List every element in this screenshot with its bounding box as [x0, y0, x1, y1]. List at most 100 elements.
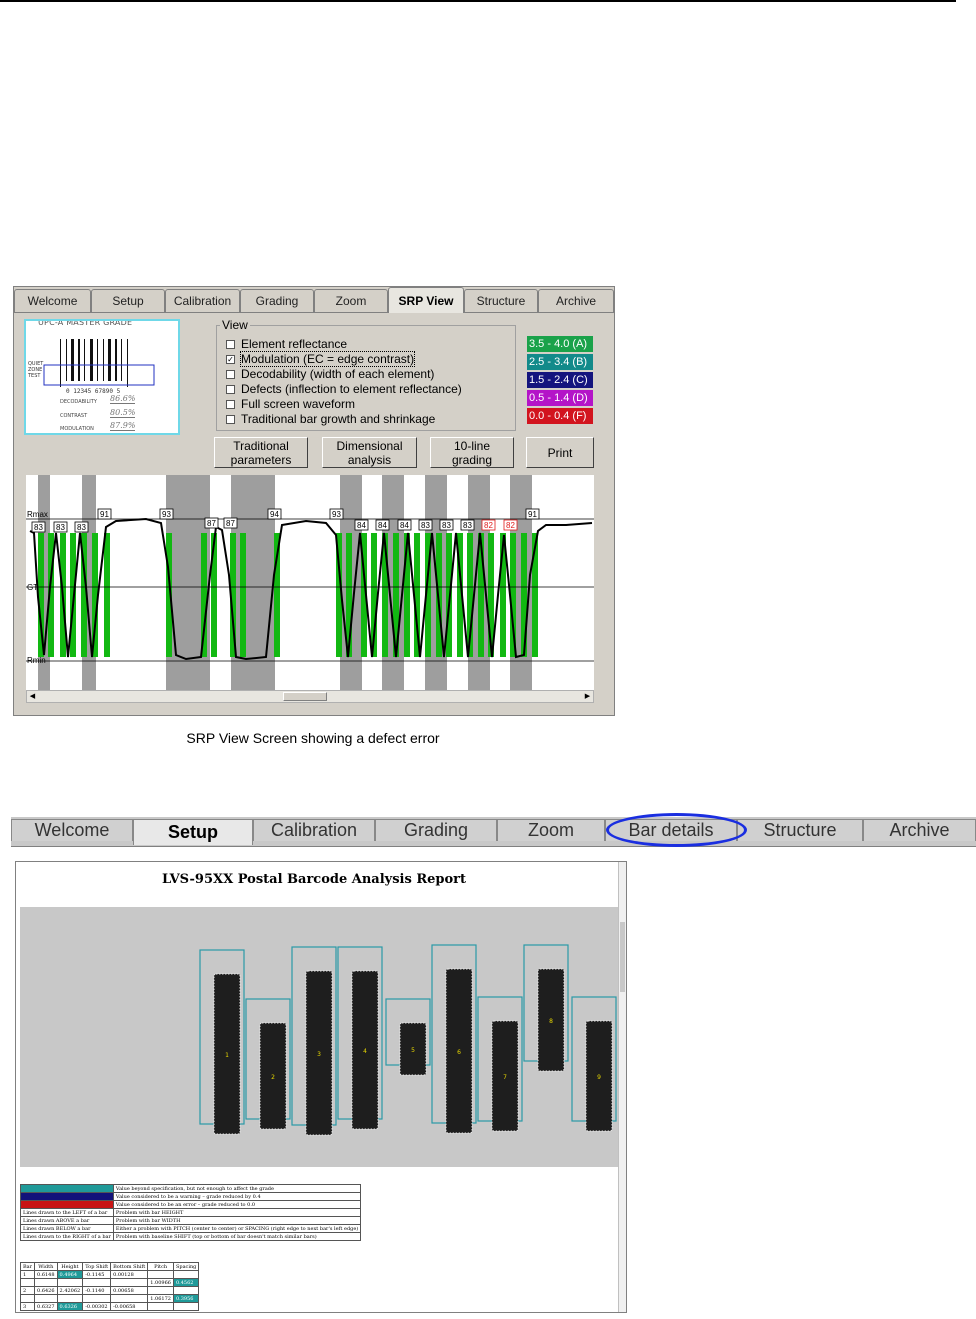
tab-srp-view[interactable]: SRP View [388, 287, 464, 313]
table-cell [172, 1286, 200, 1295]
report-legend: Value beyond specification, but not enou… [20, 1184, 362, 1241]
tab-zoom[interactable]: Zoom [497, 819, 605, 841]
reflectance-waveform [29, 517, 593, 661]
modulation-value: 83 [34, 523, 43, 532]
ten-line-grading-button[interactable]: 10-line grading [430, 437, 514, 468]
table-cell: -0.00658 [110, 1302, 149, 1311]
modulation-value: 93 [162, 510, 171, 519]
tab-zoom[interactable]: Zoom [314, 289, 388, 313]
dimensional-analysis-button[interactable]: Dimensional analysis [322, 437, 417, 468]
tab-archive[interactable]: Archive [538, 289, 614, 313]
bar-number: 1 [225, 1052, 229, 1059]
report-vertical-scrollbar[interactable] [618, 862, 626, 1312]
legend-row: Lines drawn BELOW a bar Either a problem … [20, 1224, 362, 1233]
view-option[interactable]: Full screen waveform [226, 397, 355, 411]
column-header: Pitch [147, 1262, 174, 1271]
tab-calibration[interactable]: Calibration [253, 819, 375, 841]
checkbox-icon[interactable] [226, 339, 235, 349]
table-cell [172, 1270, 200, 1279]
view-option[interactable]: Decodability (width of each element) [226, 367, 434, 381]
table-cell [147, 1286, 174, 1295]
column-header: Bar [19, 1262, 36, 1271]
legend-key [20, 1192, 114, 1201]
table-row: 3 0.6327 0.6326 -0.00302 -0.00658 [19, 1302, 200, 1311]
checkbox-icon[interactable] [226, 369, 235, 379]
thumbnail-bar [121, 339, 122, 381]
report-title: LVS-95XX Postal Barcode Analysis Report [161, 872, 467, 887]
tab-archive[interactable]: Archive [863, 819, 976, 841]
view-option-label: Element reflectance [241, 337, 348, 351]
tab-structure[interactable]: Structure [737, 819, 863, 841]
table-cell [147, 1302, 174, 1311]
edge-contrast-bar [104, 533, 110, 657]
thumbnail-bar [103, 339, 104, 381]
tab-welcome[interactable]: Welcome [11, 819, 133, 841]
tab-calibration[interactable]: Calibration [165, 289, 240, 313]
checkbox-icon[interactable] [226, 399, 235, 409]
table-cell [147, 1270, 174, 1279]
legend-key [20, 1184, 114, 1193]
view-option-label: Full screen waveform [241, 397, 356, 411]
bar-details-table: Bar Width Height Top Shift Bottom Shift Pitch… [19, 1262, 200, 1311]
barcode-thumbnail[interactable]: UPC-A MASTER GRADE QUIET ZONE TEST 0 12345 … [24, 319, 180, 435]
modulation-value: 83 [77, 523, 86, 532]
thumb-row-label: CONTRAST [60, 413, 88, 419]
grade-swatch: 2.5 - 3.4 (B) [526, 353, 594, 371]
table-cell: 0.00128 [110, 1270, 149, 1279]
table-cell: 0.00658 [110, 1286, 149, 1295]
horizontal-scrollbar[interactable]: ◀ ▶ [26, 690, 594, 703]
legend-text: Either a problem with PITCH (center to c… [112, 1224, 362, 1233]
bar-number: 8 [549, 1018, 553, 1025]
tab-grading[interactable]: Grading [375, 819, 497, 841]
thumb-row-label: DECODABILITY [60, 399, 97, 405]
view-option[interactable]: ✓ Modulation (EC = edge contrast) [226, 351, 416, 367]
legend-row: Value considered to be an error – grade … [20, 1200, 362, 1209]
table-cell [56, 1294, 84, 1303]
view-group-title: View [220, 318, 250, 332]
legend-text: Value considered to be a warning – grade… [112, 1192, 362, 1201]
table-cell: 1.00966 [147, 1278, 174, 1287]
table-row: 1.00966 0.4562 [19, 1278, 200, 1287]
button-label: parameters [230, 452, 292, 467]
grade-swatch: 3.5 - 4.0 (A) [526, 335, 594, 353]
modulation-value: 93 [332, 510, 341, 519]
thumb-side-label: TEST [27, 373, 41, 379]
srp-tab-bar: Welcome Setup Calibration Grading Zoom SRP Vi… [14, 287, 614, 313]
tab-structure[interactable]: Structure [464, 289, 538, 313]
scroll-left-icon[interactable]: ◀ [27, 691, 38, 702]
checkbox-checked-icon[interactable]: ✓ [226, 354, 235, 364]
checkbox-icon[interactable] [226, 414, 235, 424]
table-cell: 0.6327 [34, 1302, 58, 1311]
legend-key: Lines drawn BELOW a bar [20, 1224, 114, 1233]
thumb-row-label: MODULATION [60, 426, 94, 432]
checkbox-icon[interactable] [226, 384, 235, 394]
legend-text: Value considered to be an error – grade … [112, 1200, 362, 1209]
table-cell: -0.00302 [82, 1302, 112, 1311]
table-cell: 2 [19, 1286, 36, 1295]
modulation-value: 84 [400, 521, 409, 530]
grade-swatch: 0.5 - 1.4 (D) [526, 389, 594, 407]
view-option[interactable]: Defects (inflection to element reflectan… [226, 382, 462, 396]
column-header: Spacing [172, 1262, 200, 1271]
legend-row: Lines drawn ABOVE a bar Problem with bar … [20, 1216, 362, 1225]
view-option[interactable]: Traditional bar growth and shrinkage [226, 412, 435, 426]
tab-grading[interactable]: Grading [240, 289, 314, 313]
postal-barcode-report[interactable]: LVS-95XX Postal Barcode Analysis Report … [15, 861, 627, 1313]
modulation-value: 91 [528, 510, 537, 519]
table-cell [172, 1302, 200, 1311]
tab-welcome[interactable]: Welcome [14, 289, 91, 313]
tab-setup[interactable]: Setup [91, 289, 165, 313]
scroll-thumb[interactable] [620, 922, 625, 992]
scroll-thumb[interactable] [283, 692, 327, 701]
traditional-parameters-button[interactable]: Traditional parameters [214, 437, 308, 468]
print-button[interactable]: Print [526, 437, 594, 468]
legend-row: Value beyond specification, but not enou… [20, 1184, 362, 1193]
table-cell: 0.4964 [56, 1270, 84, 1279]
view-option[interactable]: Element reflectance [226, 337, 347, 351]
bar-number: 3 [317, 1051, 321, 1058]
modulation-value: 82 [484, 521, 493, 530]
srp-waveform-plot[interactable]: Rmax GT Rmin 83 83 83 91 93 87 87 94 93 84 84 84 83 83 83… [26, 475, 594, 691]
scroll-right-icon[interactable]: ▶ [582, 691, 593, 702]
tab-setup[interactable]: Setup [133, 819, 253, 845]
modulation-value: 84 [378, 521, 387, 530]
